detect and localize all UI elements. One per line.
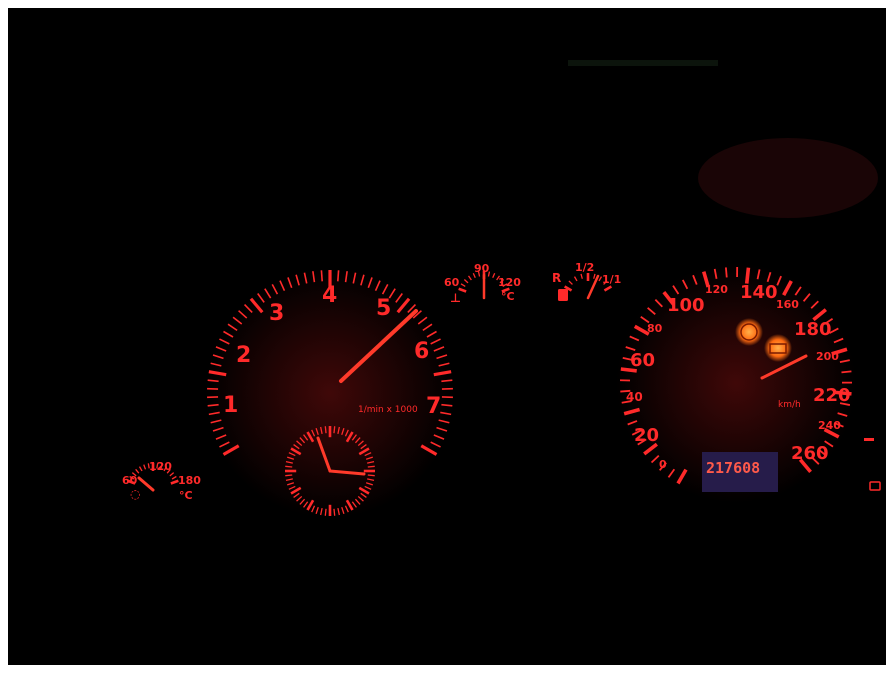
oil-label-180: 180 [178, 474, 201, 487]
oil-tick [143, 464, 147, 470]
oil-unit: °C [179, 489, 193, 502]
fuel-label-full: 1/1 [602, 273, 621, 286]
coolant-label-120: 120 [498, 276, 521, 289]
tach-label-3: 3 [269, 301, 284, 326]
fuel-tick [568, 280, 573, 285]
oil-label-120: 120 [149, 460, 172, 473]
coolant-tick [460, 283, 466, 288]
oil-label-60: 60 [122, 474, 138, 487]
fuel-tick [593, 273, 596, 279]
oil-tick [169, 472, 175, 477]
instrument-cluster-photo: 1 2 3 4 5 6 7 1/min x 1000 60 120 180 °C… [8, 8, 886, 665]
fuel-tick [580, 273, 583, 279]
oil-tick [135, 468, 140, 474]
speed-label-260: 260 [791, 443, 829, 464]
fuel-needle [586, 274, 600, 300]
tach-label-4: 4 [322, 283, 337, 308]
cluster-svg: 1 2 3 4 5 6 7 1/min x 1000 60 120 180 °C… [122, 60, 881, 518]
fuel-tick [603, 285, 613, 292]
speed-label-180: 180 [794, 319, 832, 340]
coolant-label-90: 90 [474, 262, 490, 275]
coolant-unit: °C [501, 290, 515, 303]
partial-gauge-mark [864, 438, 874, 441]
fuel-pump-icon [558, 289, 568, 301]
speed-label-0: 0 [659, 458, 667, 471]
speed-label-20: 20 [634, 425, 659, 446]
tach-label-1: 1 [223, 393, 238, 418]
parking-brake-warning-icon [735, 318, 763, 346]
speedometer: 0 20 40 60 80 100 120 140 160 180 200 22… [616, 263, 856, 503]
speed-tick [841, 370, 852, 374]
coolant-tick [467, 275, 472, 281]
oil-tick [138, 466, 143, 472]
fuel-gauge: R 1/2 1/1 [552, 261, 621, 301]
speed-label-160: 160 [776, 298, 799, 311]
tach-label-7: 7 [426, 394, 441, 419]
oil-temp-needle [137, 476, 155, 492]
oil-tick [171, 475, 177, 480]
partial-right-gauge [864, 438, 881, 491]
speed-label-40: 40 [626, 390, 643, 404]
coolant-tick [492, 272, 496, 279]
tach-tick [320, 270, 323, 282]
clock-tick [367, 474, 375, 477]
partial-gauge-icon [869, 481, 881, 491]
speed-label-100: 100 [667, 295, 705, 316]
tach-label-6: 6 [414, 339, 429, 364]
tach-unit: 1/min x 1000 [358, 405, 418, 415]
oil-temp-gauge: 60 120 180 °C ◌ [122, 460, 201, 502]
speed-label-120: 120 [705, 283, 728, 296]
clock-tick [333, 426, 336, 434]
clock-tick [324, 508, 327, 516]
odometer-value: 217608 [706, 459, 760, 477]
speed-label-200: 200 [816, 350, 839, 363]
clock-tick [324, 426, 327, 434]
fuel-label-half: 1/2 [575, 261, 594, 274]
tach-label-5: 5 [376, 296, 391, 321]
ambient-reflection [698, 138, 878, 218]
thermometer-icon: ⊥ [450, 291, 461, 305]
speed-label-60: 60 [630, 350, 655, 371]
coolant-temp-gauge: 60 90 120 °C ⊥ [444, 262, 521, 305]
ambient-strip [568, 60, 718, 66]
tach-label-2: 2 [236, 343, 251, 368]
tachometer: 1 2 3 4 5 6 7 1/min x 1000 [205, 268, 455, 518]
speed-label-240: 240 [818, 419, 841, 432]
clock-tick [285, 465, 293, 468]
fuel-tick [573, 276, 578, 282]
speed-unit: km/h [778, 400, 801, 410]
fuel-label-reserve: R [552, 271, 561, 285]
clock-tick [333, 508, 336, 516]
coolant-label-60: 60 [444, 276, 460, 289]
battery-warning-icon [764, 334, 792, 362]
speed-label-80: 80 [647, 322, 663, 335]
oil-can-icon: ◌ [130, 487, 140, 501]
speed-tick [724, 267, 728, 278]
coolant-tick [463, 278, 469, 284]
tach-tick [337, 270, 340, 282]
speed-label-220: 220 [813, 385, 851, 406]
clock-tick [285, 474, 293, 477]
speed-label-140: 140 [740, 282, 778, 303]
clock-tick [367, 465, 375, 468]
